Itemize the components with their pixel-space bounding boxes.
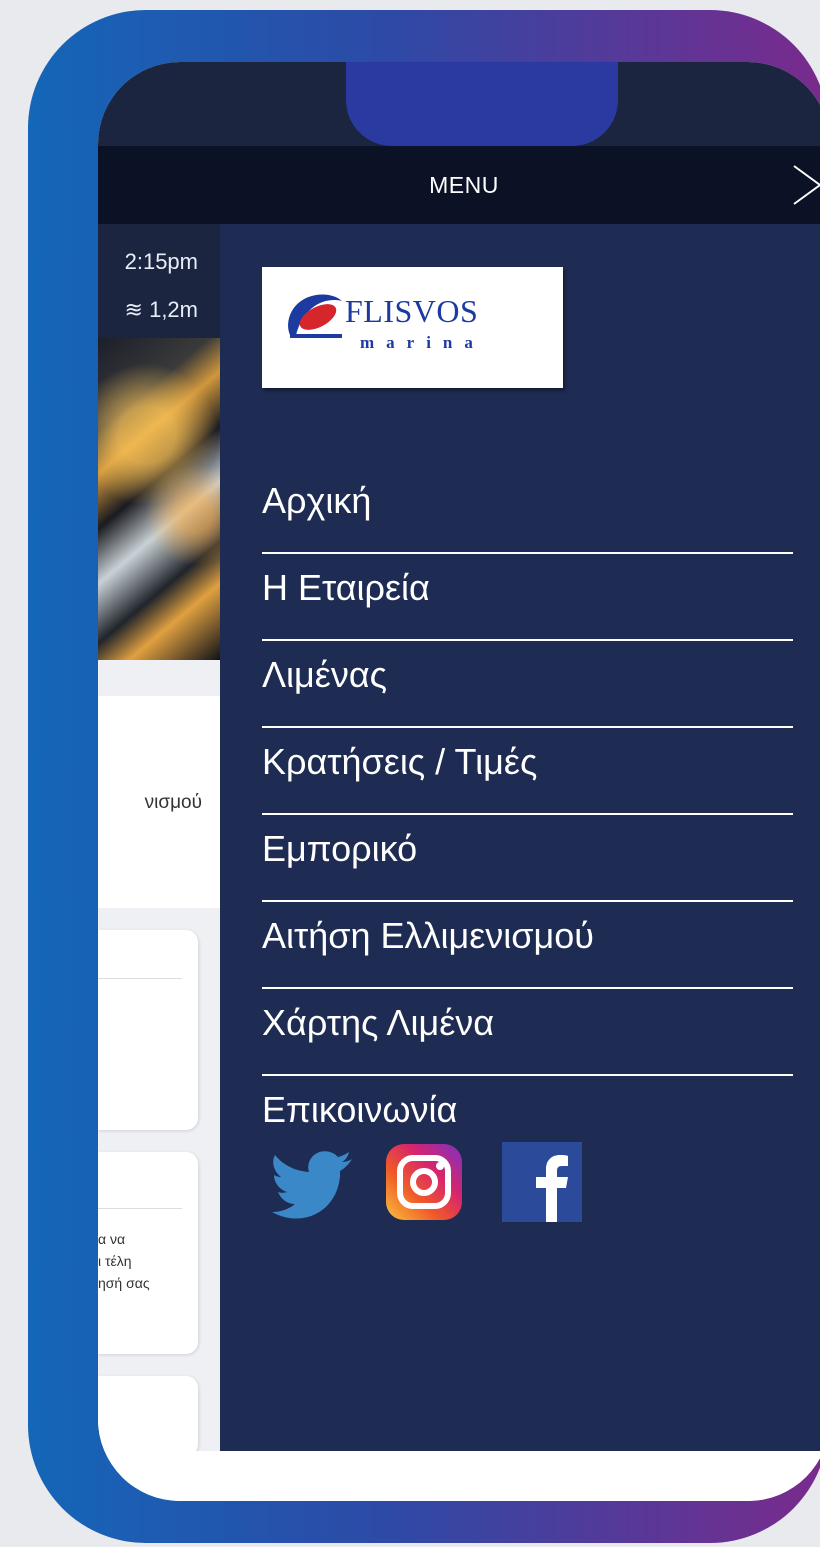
info-card[interactable]: α να ι τέλη ησή σας bbox=[98, 1152, 198, 1354]
menu-item-commercial[interactable]: Εμπορικό bbox=[262, 815, 793, 902]
menu-item-home[interactable]: Αρχική bbox=[262, 467, 793, 554]
content-block: νισμού bbox=[98, 696, 220, 908]
card-divider bbox=[98, 1208, 182, 1209]
menu-item-port-map[interactable]: Χάρτης Λιμένα bbox=[262, 989, 793, 1076]
snippet-text: νισμού bbox=[144, 792, 202, 813]
flisvos-marina-logo[interactable]: FLISVOS marina bbox=[262, 267, 563, 388]
card-divider bbox=[98, 978, 182, 979]
card-text-line: ι τέλη bbox=[98, 1253, 132, 1269]
chevron-right-icon[interactable] bbox=[786, 164, 820, 206]
menu-title: MENU bbox=[429, 172, 499, 198]
side-menu-list: Αρχική Η Εταιρεία Λιμένας Κρατήσεις / Τι… bbox=[262, 467, 793, 1163]
time-text: 2:15pm bbox=[124, 249, 198, 274]
side-menu: FLISVOS marina Αρχική Η Εταιρεία Λιμένας… bbox=[220, 224, 820, 1451]
card-text-line: ησή σας bbox=[98, 1275, 150, 1291]
wave-height: ≋ 1,2m bbox=[125, 297, 198, 323]
menu-item-port[interactable]: Λιμένας bbox=[262, 641, 793, 728]
marina-photo bbox=[98, 338, 220, 660]
facebook-icon[interactable] bbox=[502, 1142, 582, 1222]
menu-item-bookings-prices[interactable]: Κρατήσεις / Τιμές bbox=[262, 728, 793, 815]
home-indicator-area bbox=[98, 1451, 820, 1501]
info-card[interactable] bbox=[98, 1376, 198, 1451]
menu-item-berthing-application[interactable]: Αιτήση Ελλιμενισμού bbox=[262, 902, 793, 989]
phone-screen: MENU 2:15pm ≋ 1,2m νισμού α να ι τέλη ησ… bbox=[98, 62, 820, 1501]
wave-icon: ≋ bbox=[124, 297, 143, 322]
card-text-line: α να bbox=[98, 1231, 126, 1247]
menu-item-company[interactable]: Η Εταιρεία bbox=[262, 554, 793, 641]
info-card[interactable] bbox=[98, 930, 198, 1130]
menu-header: MENU bbox=[98, 146, 820, 224]
instagram-icon[interactable] bbox=[384, 1142, 464, 1222]
notch bbox=[346, 62, 618, 146]
status-bar bbox=[98, 62, 820, 146]
twitter-icon[interactable] bbox=[272, 1149, 354, 1221]
wave-height-text: 1,2m bbox=[149, 297, 198, 322]
background-page: 2:15pm ≋ 1,2m νισμού α να ι τέλη ησή σας bbox=[98, 224, 220, 1451]
logo-wordmark: FLISVOS bbox=[345, 293, 479, 329]
logo-subtitle: marina bbox=[360, 333, 485, 352]
phone-frame: MENU 2:15pm ≋ 1,2m νισμού α να ι τέλη ησ… bbox=[28, 10, 820, 1543]
logo-emblem-icon bbox=[288, 294, 342, 338]
